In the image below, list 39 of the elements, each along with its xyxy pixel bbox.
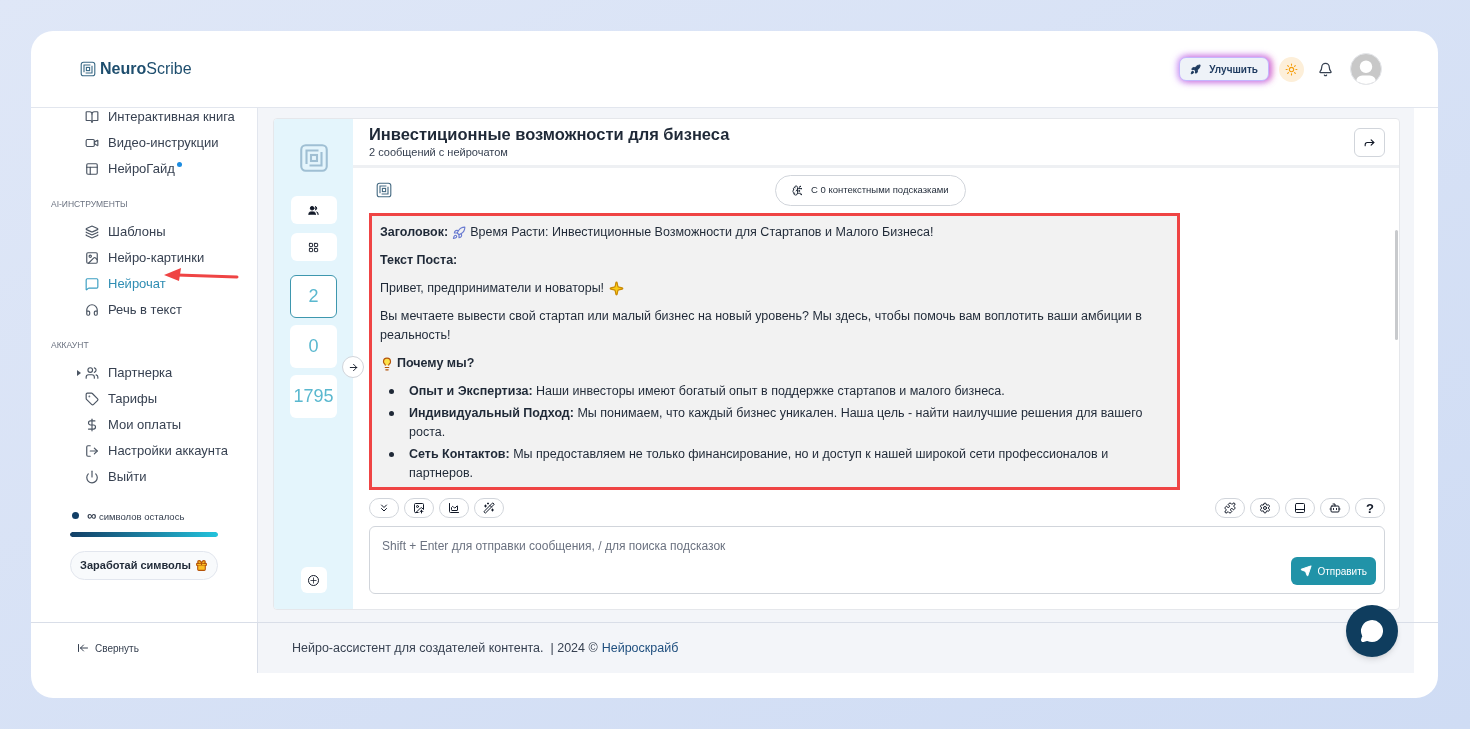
earn-symbols-button[interactable]: Заработай символы <box>70 551 218 580</box>
sidebar-item[interactable]: Интерактивная книга <box>108 107 235 127</box>
logo-text: NeuroScribe <box>100 59 192 79</box>
message-heading: Почему мы? <box>397 355 475 372</box>
sidebar-item[interactable]: Видео-инструкции <box>108 133 219 153</box>
sidebar-item[interactable]: Речь в текст <box>108 300 182 320</box>
chat-subtitle: 2 сообщений с нейрочатом <box>369 144 509 160</box>
sidebar-item[interactable]: Шаблоны <box>108 222 166 242</box>
sidebar-item[interactable]: Настройки аккаунта <box>108 440 229 461</box>
counter: 1795 <box>290 375 337 418</box>
footer-link[interactable]: Нейроскрайб <box>601 638 679 658</box>
message-paragraph: Текст Поста: <box>380 252 459 269</box>
counter: 0 <box>290 325 337 368</box>
sidebar-item[interactable]: Тарифы <box>108 388 158 409</box>
sidebar-item[interactable]: Выйти <box>108 466 147 487</box>
message-paragraph: Привет, предприниматели и новаторы! <box>380 280 605 297</box>
footer-text: Нейро-ассистент для создателей контента. | 2024 © <box>292 639 598 657</box>
list-item: Индивидуальный Подход: Мы понимаем, что каждый бизнес уникален. Наша цель - найти наилучшие решения для вашего роста. <box>409 405 1144 441</box>
send-button[interactable]: Отправить <box>1291 557 1376 585</box>
list-item: Опыт и Экспертиза: Наши инвесторы имеют богатый опыт в поддержке стартапов и малого бизнеса. <box>409 383 1005 400</box>
context-chip[interactable]: С 0 контекстными подсказками <box>775 175 966 206</box>
section-title: AI-ИНСТРУМЕНТЫ <box>51 198 129 211</box>
message-paragraph: Вы мечтаете вывести свой стартап или малый бизнес на новый уровень? Мы здесь, чтобы помочь вам воплотить ваши амбиции в реальность! <box>380 308 1143 344</box>
message-text: Время Расти: Инвестиционные Возможности для Стартапов и Малого Бизнеса! <box>470 224 934 241</box>
chat-title: Инвестиционные возможности для бизнеса <box>369 123 731 144</box>
sidebar-item[interactable]: Мои оплаты <box>108 414 182 435</box>
list-item: Сеть Контактов: Мы предоставляем не только финансирование, но и доступ к нашей широкой сети профессионалов и партнеров. <box>409 446 1110 482</box>
help-button[interactable]: ? <box>1355 497 1385 518</box>
sidebar-item[interactable]: Партнерка <box>108 362 173 383</box>
collapse-link[interactable]: Свернуть <box>95 640 139 656</box>
message-label: Заголовок: <box>380 224 449 241</box>
symbols-left: ∞ символов осталось <box>87 506 185 525</box>
message-input[interactable]: Shift + Enter для отправки сообщения, / для поиска подсказок Отправить <box>369 526 1385 594</box>
sidebar-item[interactable]: Нейрочат <box>108 274 166 294</box>
upgrade-button[interactable]: Улучшить <box>1179 57 1269 81</box>
counter: 2 <box>290 275 337 318</box>
sidebar-item[interactable]: НейроГайд <box>108 159 175 179</box>
section-title: АККАУНТ <box>51 338 90 352</box>
sidebar-item[interactable]: Нейро-картинки <box>108 248 205 268</box>
